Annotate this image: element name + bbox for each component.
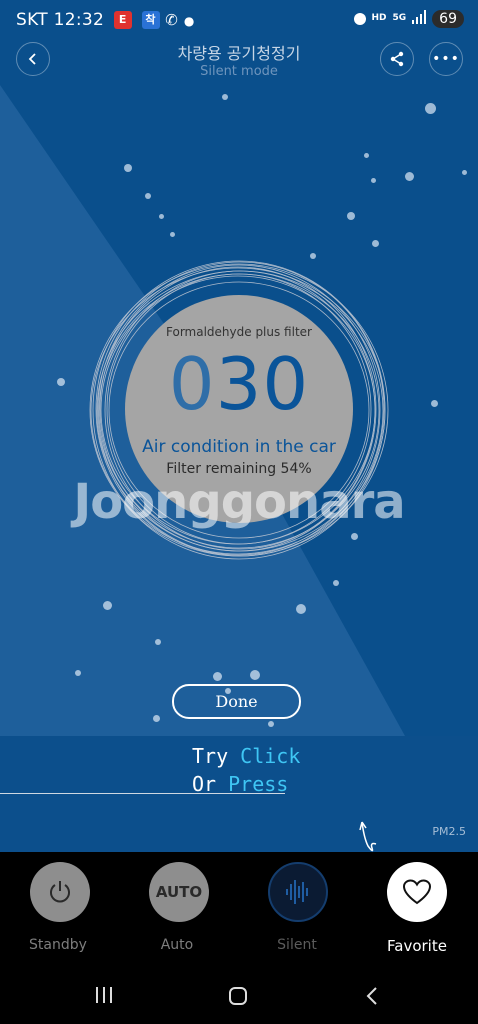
- back-nav-icon[interactable]: [364, 986, 380, 1006]
- app-screen: SKT 12:32 E 착 ✆ ● HD 5G 69 차량용 공기청정기 Sil…: [0, 0, 478, 1024]
- more-notifications-dot: ●: [183, 14, 195, 28]
- standby-button[interactable]: [30, 862, 90, 922]
- air-quality-value: 030: [0, 345, 478, 423]
- value-leading-digit: 0: [168, 342, 216, 426]
- dnd-icon: [353, 12, 366, 25]
- share-icon: [390, 51, 404, 67]
- call-icon: ✆: [165, 11, 179, 29]
- favorite-button[interactable]: [387, 862, 447, 922]
- power-icon: [50, 881, 70, 903]
- tutorial-try: Try: [192, 744, 229, 768]
- share-button[interactable]: [380, 42, 414, 76]
- auto-label: Auto: [160, 937, 194, 953]
- silent-button[interactable]: [268, 862, 328, 922]
- filter-name: Formaldehyde plus filter: [166, 325, 312, 339]
- silent-label: Silent: [277, 937, 317, 953]
- volte-icon: HD: [371, 13, 387, 23]
- 5g-icon: 5G: [392, 13, 407, 23]
- value-digits: 30: [215, 342, 310, 426]
- tutorial-underline: [0, 793, 285, 794]
- status-bar: SKT 12:32 E 착 ✆ ● HD 5G 69: [0, 0, 478, 40]
- auto-icon: AUTO: [155, 883, 203, 901]
- auto-button[interactable]: AUTO: [149, 862, 209, 922]
- tutorial-line-1: Try Click: [192, 744, 300, 768]
- carrier-label: SKT: [16, 10, 48, 30]
- favorite-label: Favorite: [387, 937, 447, 955]
- system-nav-bar: [0, 962, 478, 1024]
- silent-wave-icon: [286, 880, 308, 904]
- clock: 12:32: [53, 10, 105, 30]
- signal-icon: [412, 9, 427, 28]
- heart-icon: [402, 879, 432, 905]
- app-header: 차량용 공기청정기 Silent mode •••: [0, 40, 478, 84]
- home-icon[interactable]: [228, 986, 248, 1006]
- recent-apps-icon[interactable]: [94, 986, 114, 1004]
- standby-label: Standby: [29, 937, 87, 953]
- more-horizontal-icon: •••: [432, 51, 460, 67]
- watermark-logo: Joonggonara: [73, 474, 405, 530]
- air-condition-label: Air condition in the car: [142, 437, 336, 457]
- notification-e-icon: E: [113, 11, 132, 29]
- notification-app-icon: 착: [141, 11, 160, 29]
- done-button[interactable]: Done: [172, 684, 301, 719]
- pm25-label: PM2.5: [432, 825, 466, 838]
- more-options-button[interactable]: •••: [429, 42, 463, 76]
- tutorial-click: Click: [240, 744, 301, 768]
- battery-indicator: 69: [432, 9, 464, 28]
